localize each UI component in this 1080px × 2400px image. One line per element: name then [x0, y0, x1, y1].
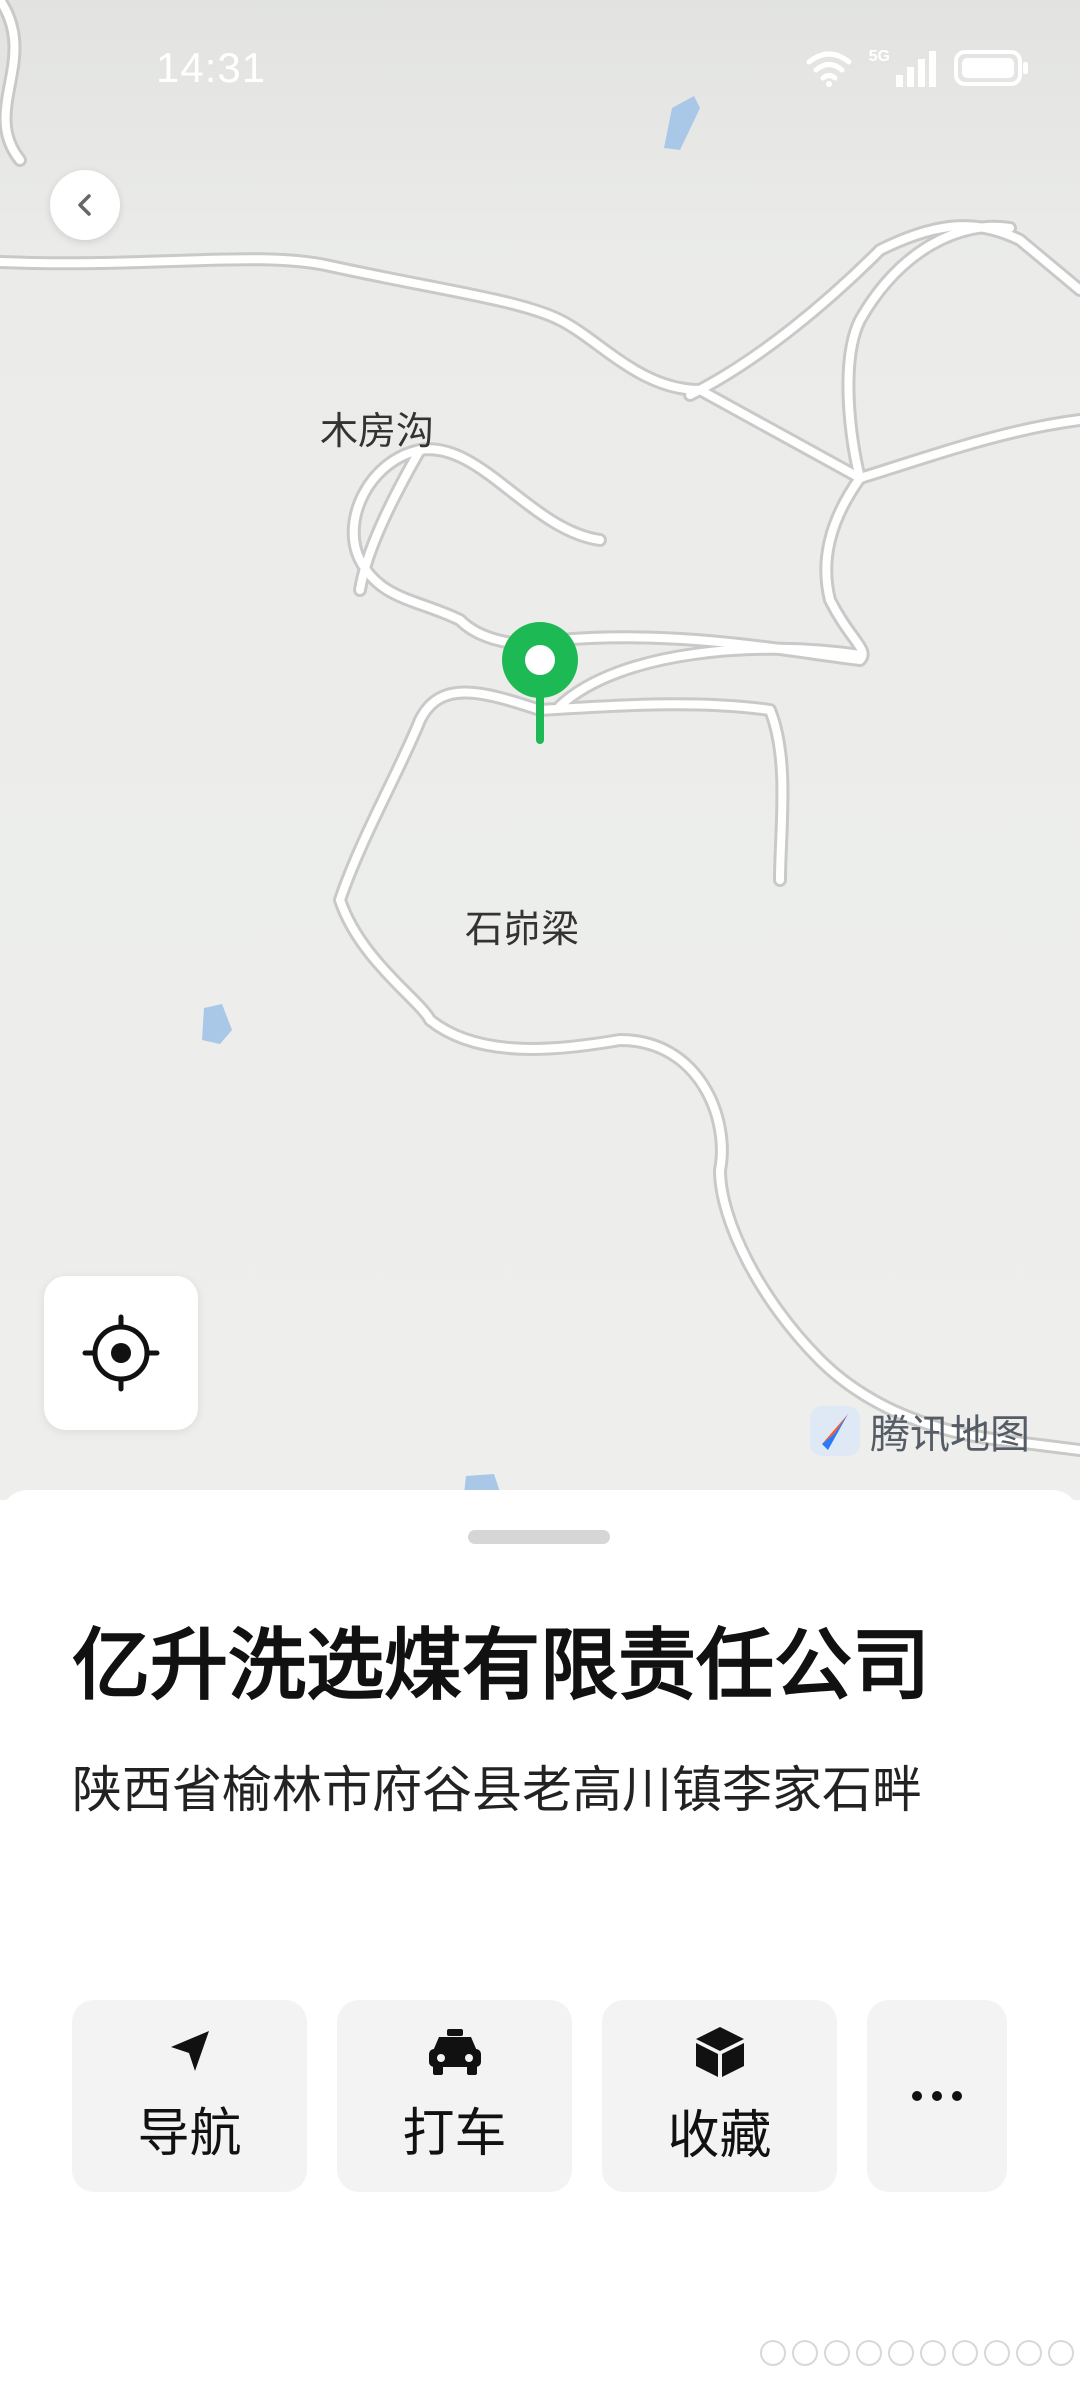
- more-dots-icon: [912, 2091, 962, 2101]
- map-brand-text: 腾讯地图: [870, 1412, 1030, 1458]
- map-roads: [0, 0, 1080, 1494]
- watermark-decoration: [760, 2340, 1080, 2366]
- sheet-drag-handle[interactable]: [468, 1530, 610, 1544]
- navigate-button[interactable]: 导航: [72, 2000, 307, 2192]
- status-bar: 14:31 5G: [0, 0, 1080, 140]
- map-label-shimaoliang: 石峁梁: [465, 907, 580, 951]
- favorite-button[interactable]: 收藏: [602, 2000, 837, 2192]
- back-button[interactable]: [50, 170, 120, 240]
- map-brand: 腾讯地图: [808, 1402, 1030, 1460]
- place-title: 亿升洗选煤有限责任公司: [72, 1621, 931, 1711]
- status-time: 14:31: [156, 44, 267, 91]
- battery-icon: [954, 50, 1028, 86]
- taxi-label: 打车: [402, 2103, 507, 2164]
- tencent-maps-logo-icon: [810, 1406, 860, 1456]
- locate-me-button[interactable]: [44, 1276, 198, 1430]
- navigate-arrow-icon: [170, 2030, 209, 2071]
- crosshair-icon: [82, 1314, 160, 1392]
- place-address: 陕西省榆林市府谷县老高川镇李家石畔: [72, 1761, 922, 1819]
- favorite-label: 收藏: [667, 2105, 772, 2166]
- taxi-button[interactable]: 打车: [337, 2000, 572, 2192]
- location-pin-icon[interactable]: [500, 620, 580, 746]
- action-bar: 导航 打车 收藏: [72, 2000, 1007, 2192]
- map-label-mufanggou: 木房沟: [320, 409, 435, 453]
- signal-icon: [896, 51, 936, 87]
- navigate-label: 导航: [137, 2103, 242, 2164]
- chevron-left-icon: [78, 194, 91, 216]
- wifi-icon: [806, 51, 852, 87]
- water-feature: [202, 1004, 232, 1044]
- box-icon: [695, 2026, 744, 2077]
- map-view[interactable]: 14:31 5G 木房沟 石峁梁 腾讯地图: [0, 0, 1080, 1500]
- network-type-label: 5G: [868, 48, 890, 65]
- taxi-icon: [428, 2028, 481, 2075]
- more-button[interactable]: [867, 2000, 1007, 2192]
